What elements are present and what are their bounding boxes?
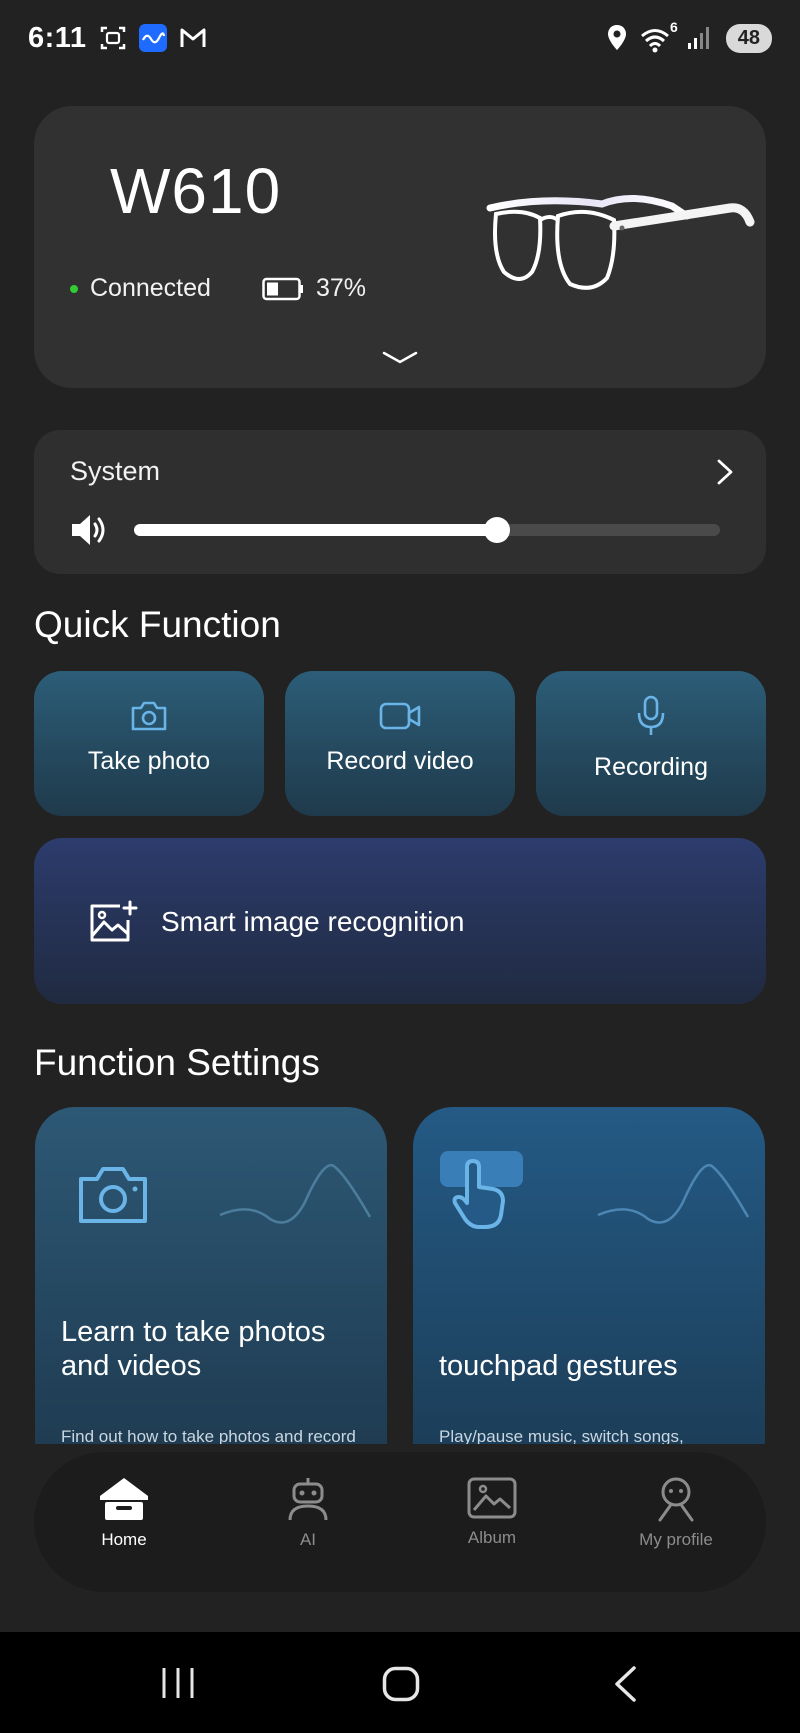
learn-photos-videos-title: Learn to take photos and videos <box>61 1316 326 1382</box>
video-icon <box>379 702 421 730</box>
device-name: W610 <box>110 155 282 227</box>
status-time: 6:11 <box>28 21 87 54</box>
record-video-button[interactable]: Record video <box>285 671 515 816</box>
quick-function-title: Quick Function <box>34 604 281 645</box>
volume-slider-thumb[interactable] <box>484 517 511 543</box>
nav-ai[interactable]: AI <box>228 1476 388 1550</box>
wifi-icon <box>640 29 669 53</box>
glasses-image <box>486 194 755 290</box>
recent-apps-icon[interactable] <box>160 1666 196 1700</box>
bottom-navigation: Home AI Album My profile <box>34 1452 766 1592</box>
connection-dot <box>70 284 78 293</box>
volume-slider-fill <box>134 524 498 536</box>
nav-my-profile-label: My profile <box>639 1530 713 1549</box>
home-icon <box>100 1478 148 1520</box>
take-photo-label: Take photo <box>87 747 211 775</box>
recording-label: Recording <box>594 753 708 781</box>
touchpad-gestures-title: touchpad gestures <box>439 1350 678 1382</box>
system-volume-card: System <box>34 430 766 574</box>
robot-icon <box>288 1478 328 1521</box>
gmail-icon <box>180 28 206 47</box>
touchpad-gestures-description: Play/pause music, switch songs, <box>439 1427 684 1444</box>
recording-button[interactable]: Recording <box>536 671 766 816</box>
smart-image-recognition-button[interactable]: Smart image recognition <box>34 838 766 1004</box>
nav-album[interactable]: Album <box>412 1476 572 1548</box>
microphone-icon <box>637 695 665 735</box>
expand-chevron-icon[interactable] <box>382 350 418 366</box>
record-video-label: Record video <box>326 747 474 775</box>
connection-status: Connected <box>70 274 211 303</box>
status-right: 6 48 <box>606 19 772 53</box>
status-bar: 6:11 6 48 <box>0 0 800 76</box>
device-battery: 37% <box>262 274 366 303</box>
battery-fill <box>267 282 278 295</box>
take-photo-button[interactable]: Take photo <box>34 671 264 816</box>
chevron-right-icon[interactable] <box>716 458 734 486</box>
system-navigation-bar <box>0 1632 800 1733</box>
profile-icon <box>658 1477 694 1522</box>
home-button-icon[interactable] <box>382 1666 420 1702</box>
screenshot-icon <box>101 26 126 50</box>
network-superscript: 6 <box>669 19 678 35</box>
device-card[interactable]: W610 Connected 37% <box>34 106 766 388</box>
smart-image-recognition-label: Smart image recognition <box>161 906 465 937</box>
image-add-icon <box>90 900 138 942</box>
battery-percent: 37% <box>316 274 367 302</box>
tap-hand-icon <box>452 1159 505 1229</box>
back-icon[interactable] <box>612 1666 638 1702</box>
location-icon <box>607 25 626 50</box>
nav-ai-label: AI <box>299 1530 317 1549</box>
camera-icon <box>131 701 167 731</box>
app-wave-icon <box>139 24 168 52</box>
nav-home-label: Home <box>101 1530 147 1549</box>
image-icon <box>467 1477 517 1519</box>
learn-photos-videos-card[interactable]: Learn to take photos and videos Find out… <box>35 1107 387 1444</box>
system-label: System <box>70 456 161 486</box>
connection-status-text: Connected <box>90 274 211 302</box>
function-settings-title: Function Settings <box>34 1042 320 1083</box>
wifi-indicator: 6 <box>640 19 678 53</box>
status-left: 6:11 <box>28 22 208 55</box>
cellular-signal-icon <box>687 27 709 49</box>
volume-slider[interactable] <box>134 517 720 543</box>
touchpad-gestures-card[interactable]: touchpad gestures Play/pause music, swit… <box>413 1107 765 1444</box>
learn-photos-videos-description: Find out how to take photos and record <box>61 1427 356 1444</box>
battery-icon <box>262 277 303 300</box>
speaker-icon <box>72 515 105 545</box>
camera-icon <box>79 1167 147 1223</box>
nav-home[interactable]: Home <box>44 1476 204 1550</box>
notification-icons <box>98 23 208 53</box>
nav-my-profile[interactable]: My profile <box>596 1476 756 1550</box>
nav-album-label: Album <box>467 1528 517 1547</box>
status-battery: 48 <box>725 23 772 53</box>
